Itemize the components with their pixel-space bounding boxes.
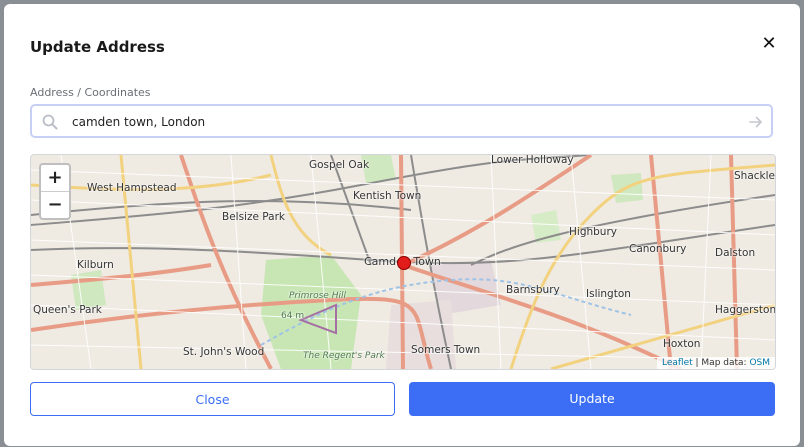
zoom-in-button[interactable]: + bbox=[41, 165, 69, 191]
map-label: Belsize Park bbox=[222, 211, 285, 223]
map-label: Haggerston bbox=[715, 304, 776, 316]
map-label: The Regent's Park bbox=[303, 351, 385, 361]
map-label: Canonbury bbox=[629, 243, 687, 255]
osm-link[interactable]: OSM bbox=[749, 358, 770, 368]
map-label: St. John's Wood bbox=[183, 346, 265, 358]
search-icon bbox=[42, 114, 58, 130]
map-label: Gospel Oak bbox=[309, 159, 370, 171]
map-label: Kilburn bbox=[77, 259, 114, 271]
dialog-title: Update Address bbox=[30, 38, 165, 56]
map-label: Islington bbox=[586, 288, 631, 300]
arrow-right-icon[interactable] bbox=[747, 113, 765, 131]
map-label: Somers Town bbox=[411, 344, 481, 356]
map-label: Queen's Park bbox=[33, 304, 102, 316]
close-button[interactable]: Close bbox=[30, 382, 395, 416]
map-label: Lower Holloway bbox=[491, 154, 574, 166]
update-address-dialog: Update Address ✕ Address / Coordinates c… bbox=[4, 4, 800, 446]
map-label: Shackle bbox=[734, 170, 775, 182]
map-label: Hoxton bbox=[663, 338, 701, 350]
attribution-text: | Map data: bbox=[692, 358, 750, 368]
map-label: 64 m bbox=[281, 311, 305, 321]
map-attribution: Leaflet | Map data: OSM bbox=[657, 357, 775, 369]
close-icon[interactable]: ✕ bbox=[760, 35, 778, 53]
address-search-box bbox=[30, 104, 773, 138]
address-input[interactable] bbox=[70, 110, 744, 134]
address-field-label: Address / Coordinates bbox=[30, 86, 151, 99]
map-label: Barnsbury bbox=[506, 284, 560, 296]
zoom-control: + − bbox=[39, 163, 71, 220]
map-label: Kentish Town bbox=[353, 190, 422, 202]
leaflet-link[interactable]: Leaflet bbox=[662, 358, 693, 368]
zoom-out-button[interactable]: − bbox=[41, 191, 69, 218]
map-label: Primrose Hill bbox=[289, 291, 346, 301]
location-marker[interactable] bbox=[397, 256, 411, 270]
map-label: West Hampstead bbox=[87, 182, 177, 194]
map-label: Dalston bbox=[715, 247, 756, 259]
map-label: Highbury bbox=[569, 226, 617, 238]
update-button[interactable]: Update bbox=[409, 382, 775, 416]
map-view[interactable]: Gospel Oak Lower Holloway West Hampstead… bbox=[30, 154, 776, 370]
